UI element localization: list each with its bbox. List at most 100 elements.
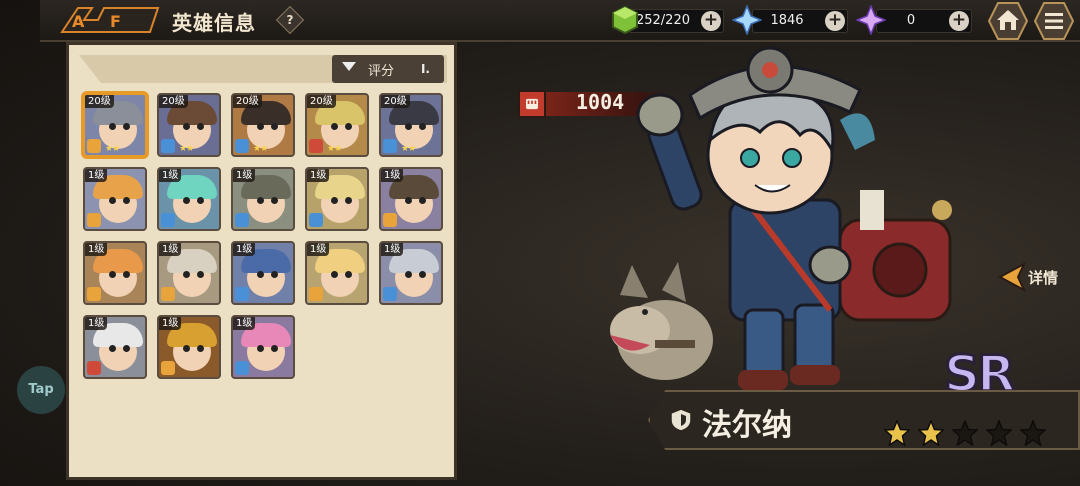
sort-button[interactable]: 评分 I. — [332, 55, 444, 83]
class-icon — [383, 139, 397, 153]
hero-card[interactable]: 20级 ★★ — [157, 93, 221, 157]
class-icon — [309, 213, 323, 227]
dog-companion — [610, 262, 713, 380]
star-filled-icon — [884, 420, 910, 446]
stamina-resource: 252/220 + — [628, 9, 724, 33]
hero-level: 1级 — [381, 243, 404, 256]
home-button[interactable] — [988, 2, 1028, 40]
hero-card[interactable]: 1级 — [157, 315, 221, 379]
class-icon — [309, 287, 323, 301]
hero-nameplate: 法尔纳 — [648, 384, 1080, 456]
hero-card[interactable]: 1级 — [231, 315, 295, 379]
hero-name: 法尔纳 — [702, 408, 792, 443]
hero-level: 1级 — [233, 169, 256, 182]
hero-card[interactable]: 1级 — [231, 241, 295, 305]
hero-card[interactable]: 20级 ★★ — [379, 93, 443, 157]
hero-level: 1级 — [307, 169, 330, 182]
green-cube-icon — [612, 5, 638, 35]
hero-list-panel: 评分 I. 20级 ★★ 20级 ★★ 20级 ★★ 20级 ★★ 20级 ★★ 1级 1级 1级 1级 1… — [66, 42, 457, 480]
game-logo-icon: A F — [60, 7, 160, 33]
hero-level: 1级 — [307, 243, 330, 256]
hero-card[interactable]: 1级 — [231, 167, 295, 231]
hero-card[interactable]: 1级 — [379, 241, 443, 305]
class-icon — [87, 287, 101, 301]
details-button[interactable]: 详情 — [998, 262, 1078, 292]
sort-label: 评分 — [368, 64, 395, 79]
star-empty-icon — [986, 420, 1012, 446]
hero-card-stars: ★★ — [401, 144, 416, 154]
class-icon — [87, 139, 101, 153]
hero-card-stars: ★★ — [179, 144, 194, 154]
class-icon — [161, 213, 175, 227]
class-icon — [235, 139, 249, 153]
hero-head — [688, 46, 875, 215]
hero-info-screen: A F 英雄信息 ? 252/220 + 1846 + 0 + Tap 评分 I… — [0, 0, 1080, 486]
purple-crystal-value: 0 — [906, 13, 916, 28]
hero-card[interactable]: 1级 — [305, 167, 369, 231]
hero-card[interactable]: 1级 — [83, 241, 147, 305]
hero-level: 1级 — [85, 317, 108, 330]
class-icon — [235, 361, 249, 375]
hero-card[interactable]: 1级 — [83, 167, 147, 231]
star-empty-icon — [1020, 420, 1046, 446]
class-icon — [235, 287, 249, 301]
hero-card[interactable]: 1级 — [379, 167, 443, 231]
hero-level: 1级 — [159, 317, 182, 330]
hero-level: 20级 — [85, 95, 114, 108]
tool-bag — [838, 190, 952, 322]
hero-card[interactable]: 1级 — [305, 241, 369, 305]
purple-crystal-resource: 0 + — [876, 9, 972, 33]
filter-icon — [342, 62, 356, 71]
hero-card[interactable]: 20级 ★★ — [231, 93, 295, 157]
help-icon: ? — [286, 13, 294, 27]
page-title: 英雄信息 — [172, 11, 256, 35]
star-empty-icon — [952, 420, 978, 446]
menu-icon — [1045, 13, 1063, 29]
blue-crystal-value: 1846 — [770, 13, 804, 28]
hero-card[interactable]: 1级 — [157, 241, 221, 305]
details-label: 详情 — [1028, 269, 1059, 287]
purple-crystal-icon — [856, 5, 886, 35]
svg-text:A: A — [72, 12, 85, 31]
add-stamina-button[interactable]: + — [701, 11, 721, 31]
hero-level: 1级 — [381, 169, 404, 182]
fist-icon — [518, 90, 546, 118]
add-purple-crystal-button[interactable]: + — [949, 11, 969, 31]
menu-button[interactable] — [1034, 2, 1074, 40]
hero-card-stars: ★★ — [105, 144, 120, 154]
class-icon — [87, 361, 101, 375]
class-icon — [309, 139, 323, 153]
hero-level: 1级 — [159, 243, 182, 256]
sort-order-icon: I. — [420, 62, 430, 76]
shield-icon — [670, 408, 692, 432]
class-icon — [235, 213, 249, 227]
hero-level: 1级 — [85, 243, 108, 256]
hero-level: 20级 — [381, 95, 410, 108]
hero-portrait — [610, 46, 952, 390]
class-icon — [383, 287, 397, 301]
blue-crystal-icon — [732, 5, 762, 35]
hero-card[interactable]: 1级 — [157, 167, 221, 231]
hero-level: 20级 — [307, 95, 336, 108]
hero-level: 20级 — [159, 95, 188, 108]
svg-text:F: F — [110, 12, 121, 31]
hero-level: 1级 — [159, 169, 182, 182]
hero-level: 1级 — [85, 169, 108, 182]
class-icon — [383, 213, 397, 227]
class-icon — [161, 287, 175, 301]
blue-crystal-resource: 1846 + — [752, 9, 848, 33]
class-icon — [161, 361, 175, 375]
hero-card-stars: ★★ — [253, 144, 268, 154]
hero-level: 20级 — [233, 95, 262, 108]
hero-card[interactable]: 20级 ★★ — [83, 93, 147, 157]
tap-button[interactable]: Tap — [17, 366, 65, 414]
hero-card[interactable]: 1级 — [83, 315, 147, 379]
hero-card[interactable]: 20级 ★★ — [305, 93, 369, 157]
hero-card-stars: ★★ — [327, 144, 342, 154]
star-filled-icon — [918, 420, 944, 446]
add-blue-crystal-button[interactable]: + — [825, 11, 845, 31]
class-icon — [87, 213, 101, 227]
class-icon — [161, 139, 175, 153]
chevron-left-icon — [998, 262, 1026, 292]
hero-level: 1级 — [233, 243, 256, 256]
